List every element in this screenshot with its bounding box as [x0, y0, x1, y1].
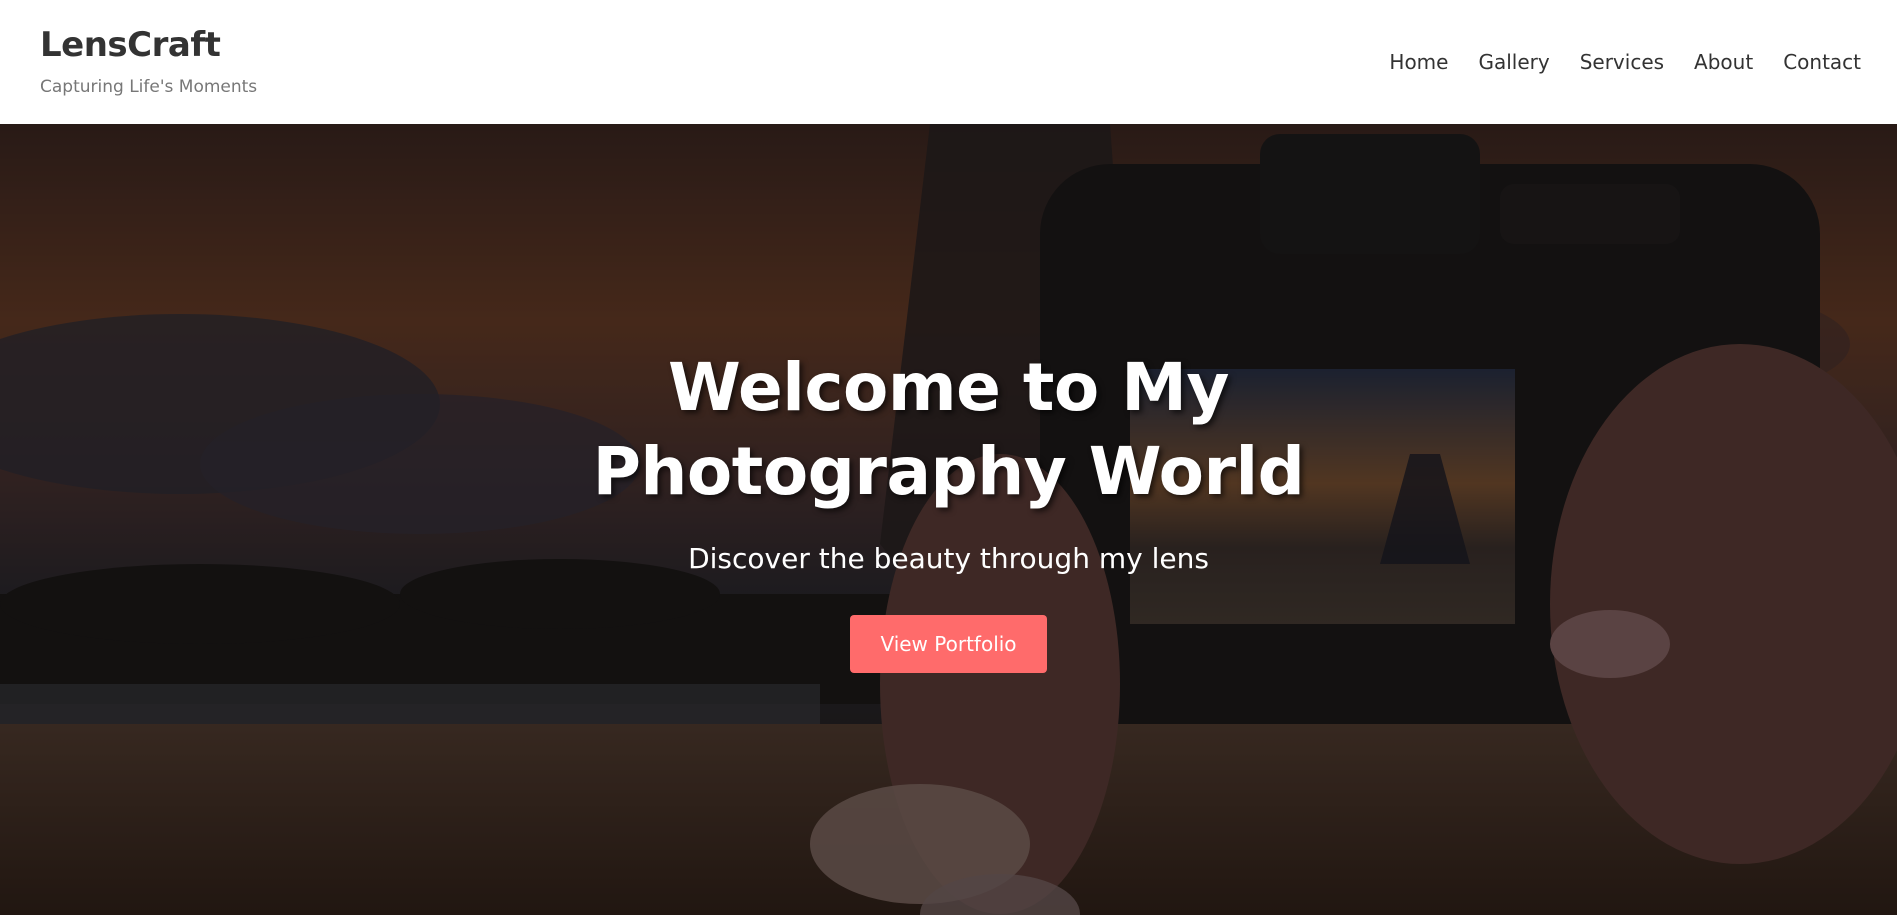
hero-title: Welcome to My Photography World: [592, 348, 1305, 510]
hero-content: Welcome to My Photography World Discover…: [0, 124, 1897, 915]
nav-link-home[interactable]: Home: [1389, 52, 1448, 72]
view-portfolio-button[interactable]: View Portfolio: [850, 615, 1047, 674]
nav-link-about[interactable]: About: [1694, 52, 1753, 72]
nav-link-services[interactable]: Services: [1580, 52, 1664, 72]
brand: LensCraft Capturing Life's Moments: [40, 26, 258, 97]
nav-link-contact[interactable]: Contact: [1783, 52, 1861, 72]
hero-section: Welcome to My Photography World Discover…: [0, 124, 1897, 915]
main-nav: Home Gallery Services About Contact: [1389, 52, 1861, 72]
hero-subtitle: Discover the beauty through my lens: [688, 541, 1209, 575]
site-tagline: Capturing Life's Moments: [40, 76, 258, 97]
nav-link-gallery[interactable]: Gallery: [1478, 52, 1549, 72]
site-header: LensCraft Capturing Life's Moments Home …: [0, 0, 1897, 124]
site-logo[interactable]: LensCraft: [40, 26, 257, 64]
